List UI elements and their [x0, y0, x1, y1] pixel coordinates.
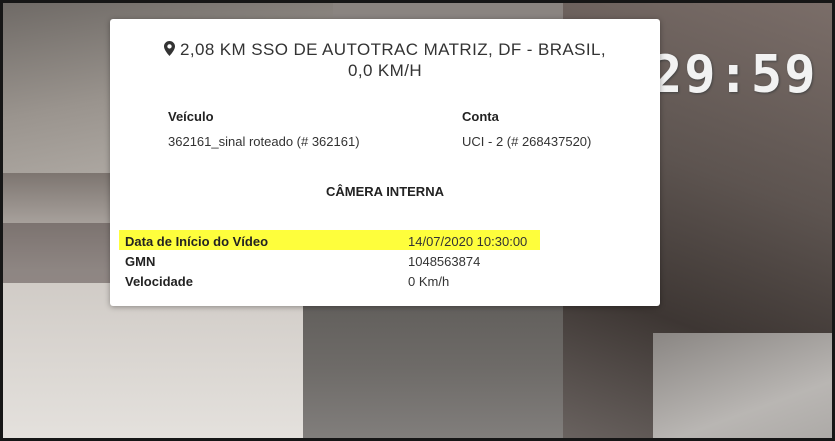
section-title-camera: CÂMERA INTERNA: [326, 184, 444, 199]
detail-value-video-start: 14/07/2020 10:30:00: [408, 234, 528, 249]
video-background-center: [303, 283, 563, 438]
location-title-text: 2,08 KM SSO DE AUTOTRAC MATRIZ, DF - BRA…: [180, 40, 606, 80]
map-marker-icon: [164, 41, 175, 56]
account-label: Conta: [462, 109, 499, 124]
info-popup: 2,08 KM SSO DE AUTOTRAC MATRIZ, DF - BRA…: [110, 19, 660, 306]
vehicle-label: Veículo: [168, 109, 214, 124]
video-background-strip: [3, 223, 113, 283]
vehicle-value: 362161_sinal roteado (# 362161): [168, 134, 360, 149]
video-frame: 29:59 2,08 KM SSO DE AUTOTRAC MATRIZ, DF…: [0, 0, 835, 441]
account-value: UCI - 2 (# 268437520): [462, 134, 592, 149]
video-timestamp-overlay: 29:59: [651, 45, 818, 105]
detail-label-gmn: GMN: [125, 254, 156, 269]
video-background-right-light: [653, 333, 832, 438]
detail-label-video-start: Data de Início do Vídeo: [125, 234, 269, 249]
detail-value-speed: 0 Km/h: [408, 274, 450, 289]
detail-value-gmn: 1048563874: [408, 254, 481, 269]
detail-label-speed: Velocidade: [125, 274, 193, 289]
location-title: 2,08 KM SSO DE AUTOTRAC MATRIZ, DF - BRA…: [150, 39, 620, 81]
